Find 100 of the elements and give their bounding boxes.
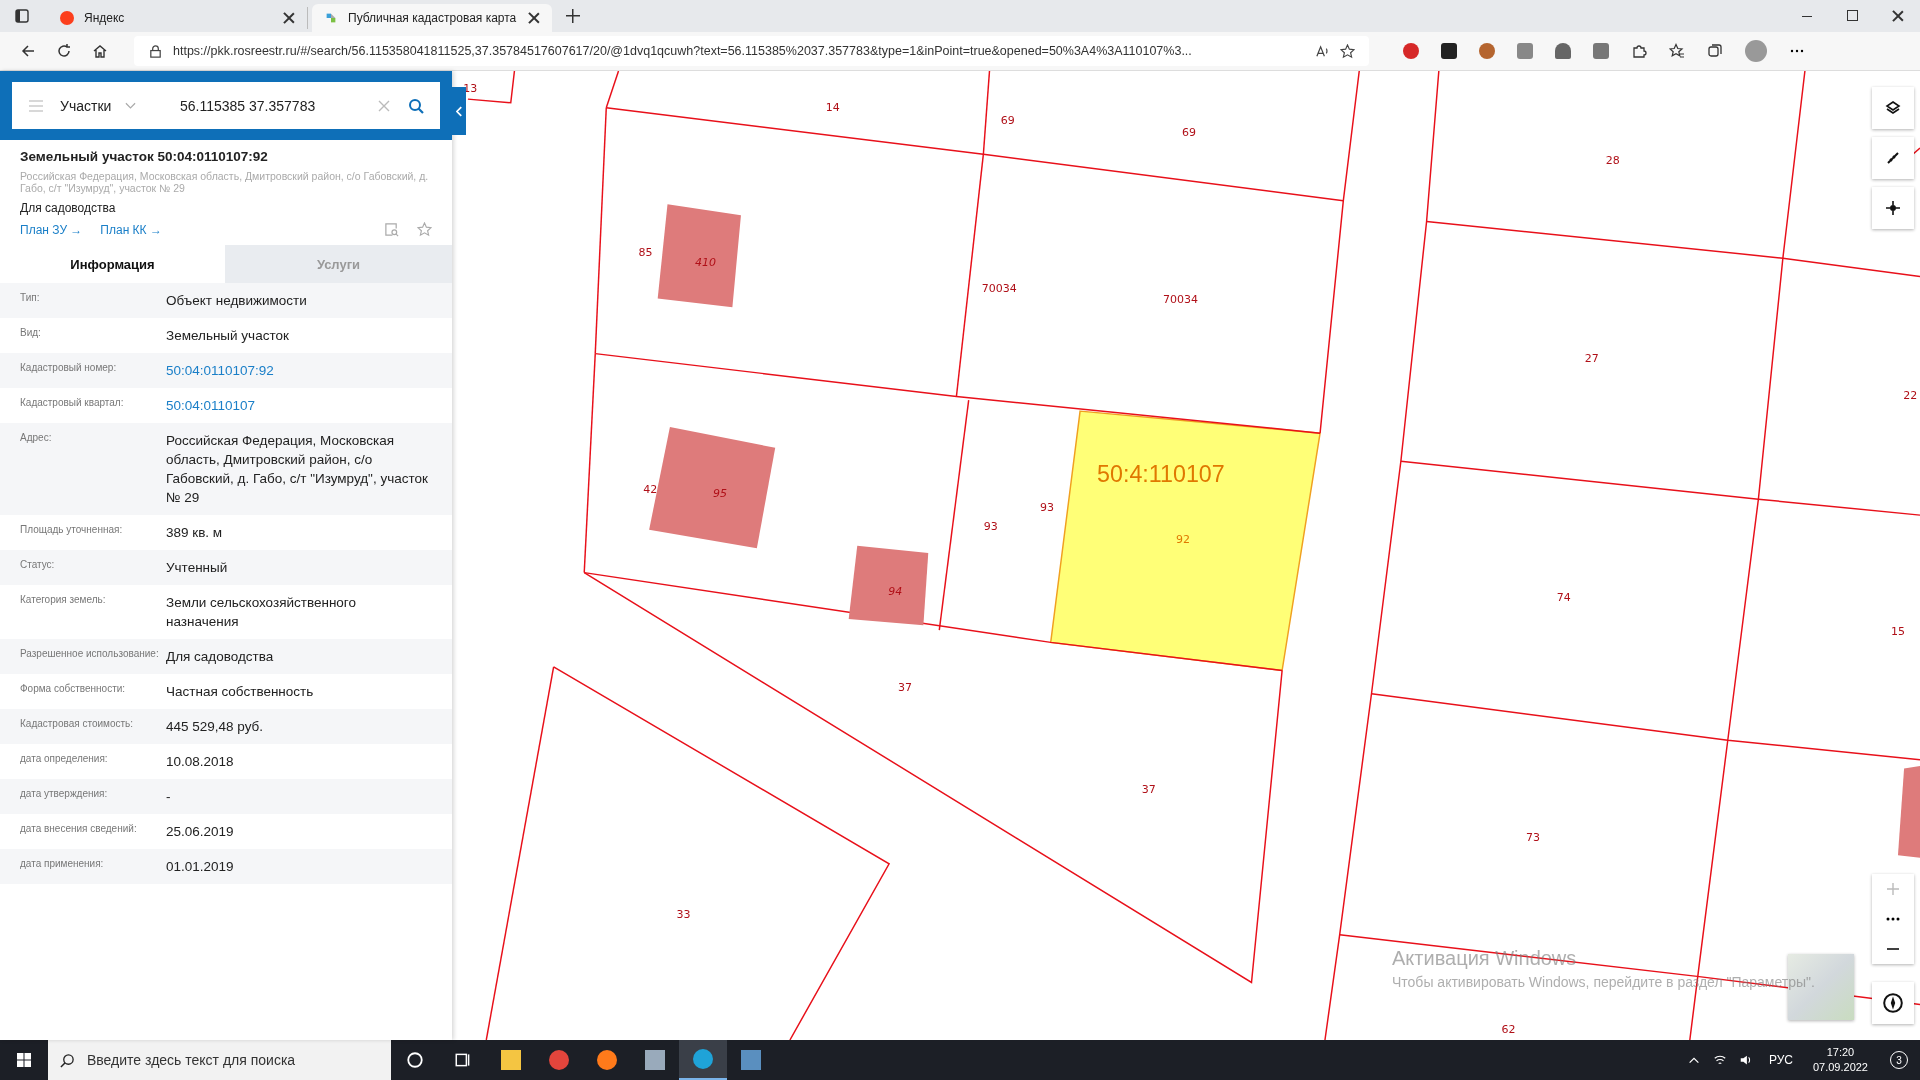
ruler-icon[interactable]	[1872, 137, 1914, 179]
browser-tab[interactable]: Яндекс	[48, 7, 308, 29]
field-value: 01.01.2019	[166, 858, 235, 876]
parcel-number: 37	[898, 681, 912, 695]
favorites-icon[interactable]	[1669, 43, 1685, 59]
tab-title: Яндекс	[84, 11, 126, 25]
search-placeholder: Введите здесь текст для поиска	[87, 1052, 296, 1068]
parcel-number: 70034	[1163, 293, 1198, 307]
parcel-number: 42	[643, 483, 658, 497]
field-label: Кадастровый квартал:	[20, 396, 125, 409]
close-icon[interactable]	[283, 12, 295, 24]
object-address: Российская Федерация, Московская область, Дмитровский район, с/о Габовский, д. Габо, с/т "Изумруд", участок № 29	[20, 170, 430, 194]
profile-avatar[interactable]	[1745, 40, 1767, 62]
field-value: Земли сельскохозяйственного назначения	[166, 594, 357, 631]
parcel-number: 70034	[981, 282, 1017, 296]
field-label: Кадастровый номер:	[20, 361, 118, 374]
parcel-number: 93	[1040, 501, 1055, 515]
parcel-number: 85	[638, 245, 653, 259]
language-indicator[interactable]: РУС	[1758, 1053, 1803, 1067]
parcel-number: 33	[676, 907, 691, 921]
plan-link[interactable]: План КК →	[100, 222, 162, 237]
parcel-number: 37	[1141, 782, 1156, 796]
field-label: Адрес:	[20, 431, 53, 444]
parcel-number: 27	[1584, 352, 1599, 366]
back-icon[interactable]	[20, 43, 36, 59]
field-label: Разрешенное использование:	[20, 647, 160, 660]
field-value: Частная собственность	[166, 683, 315, 701]
parcel-number: 94	[888, 584, 903, 598]
field-label: Площадь уточненная:	[20, 523, 124, 536]
parcel-number: 28	[1605, 154, 1620, 167]
parcel-number: 14	[825, 101, 840, 115]
collections-icon[interactable]	[1707, 43, 1723, 59]
category-dropdown[interactable]: Участки	[60, 97, 164, 114]
layers-icon[interactable]	[1872, 87, 1914, 129]
url-text: https://pkk.rosreestr.ru/#/search/56.115358041811525,37.35784517607617/20/@1dvq1qcuwh?text=56.115385%2037.357783&type=1&inPoint=true&opened=50%3A4%3A110107%3...	[173, 44, 1193, 58]
chevron-left-icon	[455, 105, 463, 117]
tab-actions-icon[interactable]	[14, 8, 30, 24]
lock-icon	[148, 43, 163, 59]
read-aloud-icon[interactable]	[1315, 43, 1330, 59]
field-label: дата утверждения:	[20, 787, 109, 800]
quarter-number: 50:4:110107	[1097, 461, 1225, 488]
parcel-number: 13	[463, 81, 478, 95]
extension-icon[interactable]	[1555, 43, 1571, 59]
collapse-tab[interactable]	[452, 87, 466, 135]
field-value: 389 кв. м	[166, 524, 224, 542]
crosshair-icon[interactable]	[1872, 187, 1914, 229]
restore-icon[interactable]	[1847, 10, 1858, 21]
browser-tab[interactable]: Публичная кадастровая карта	[312, 4, 552, 32]
field-value: Для садоводства	[166, 648, 275, 666]
star-add-icon[interactable]	[1340, 43, 1355, 59]
field-link[interactable]: 50:04:0110107:92	[166, 361, 432, 380]
search-icon	[60, 1052, 75, 1068]
home-icon[interactable]	[92, 43, 108, 59]
refresh-icon[interactable]	[56, 43, 72, 59]
field-value: 10.08.2018	[166, 753, 235, 771]
parcel-number: 95	[713, 486, 728, 500]
tab-title: Публичная кадастровая карта	[348, 11, 518, 25]
field-label: Статус:	[20, 558, 56, 571]
field-label: Тип:	[20, 291, 41, 304]
compass-icon[interactable]	[1872, 982, 1914, 1024]
field-value: 445 529,48 руб.	[166, 718, 265, 736]
parcel-number: 22	[1903, 388, 1918, 402]
chevron-down-icon	[125, 101, 137, 110]
extension-icon[interactable]	[1441, 43, 1457, 59]
field-value: 25.06.2019	[166, 823, 235, 841]
parcel-number: 73	[1526, 830, 1541, 844]
parcel-number: 74	[1556, 590, 1571, 604]
parcel-number: 92	[1175, 533, 1190, 547]
extension-icon[interactable]	[1403, 43, 1419, 59]
parcel-number: 410	[694, 255, 716, 269]
field-value: Российская Федерация, Московская область, Дмитровский район, с/о Габовский, д. Габо, с/т "Изумруд", участок № 29	[166, 432, 429, 507]
field-label: дата определения:	[20, 752, 109, 765]
close-icon[interactable]	[528, 12, 540, 24]
plan-link[interactable]: План ЗУ →	[20, 222, 83, 237]
object-purpose: Для садоводства	[20, 201, 117, 215]
field-label: Вид:	[20, 326, 42, 339]
star-icon[interactable]	[417, 222, 432, 237]
parcel-number: 93	[983, 519, 998, 533]
field-label: Кадастровая стоимость:	[20, 717, 135, 730]
field-label: Категория земель:	[20, 593, 107, 606]
field-value: Земельный участок	[166, 327, 290, 345]
parcel-number: 69	[1182, 125, 1197, 139]
parcel-number: 62	[1501, 1022, 1516, 1036]
object-title: Земельный участок 50:04:0110107:92	[20, 149, 269, 164]
field-value: Учтенный	[166, 559, 229, 577]
field-value: -	[166, 788, 172, 806]
clock[interactable]: 17:20 07.09.2022	[1802, 1045, 1878, 1075]
puzzle-icon[interactable]	[1631, 43, 1647, 59]
field-label: дата внесения сведений:	[20, 822, 138, 835]
field-label: Форма собственности:	[20, 682, 127, 695]
extension-icon[interactable]	[1479, 43, 1495, 59]
close-icon[interactable]	[1892, 10, 1904, 22]
parcel-number: 15	[1890, 625, 1905, 639]
search-icon[interactable]	[408, 97, 424, 114]
parcel-number: 69	[1000, 113, 1015, 127]
field-value: Объект недвижимости	[166, 292, 308, 310]
field-link[interactable]: 50:04:0110107	[166, 396, 432, 415]
address-bar[interactable]: https://pkk.rosreestr.ru/#/search/56.115358041811525,37.35784517607617/20/@1dvq1qcuwh?text=56.115385%2037.357783&type=1&inPoint=true&opened=50%3A4%3A110107%3...	[134, 36, 1369, 66]
taskbar-search-field[interactable]: Введите здесь текст для поиска	[48, 1040, 391, 1080]
field-label: дата применения:	[20, 857, 105, 870]
